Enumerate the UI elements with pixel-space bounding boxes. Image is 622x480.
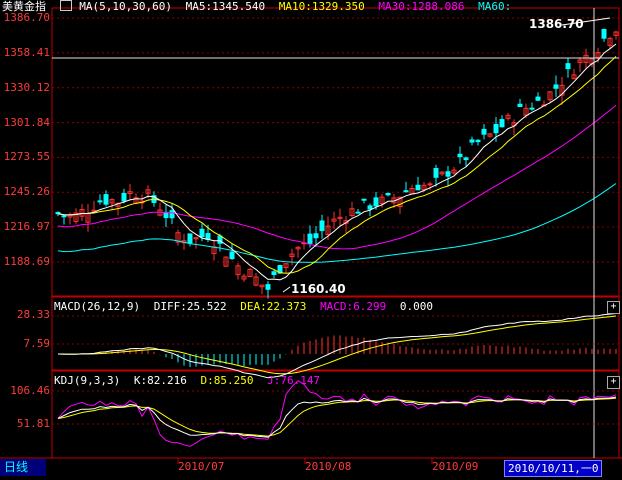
candle-body — [103, 194, 109, 205]
price-header: 美黄金指 MA(5,10,30,60) MA5:1345.540 MA10:13… — [2, 0, 518, 14]
month-label-sep: 2010/09 — [432, 460, 479, 473]
candle-body — [199, 228, 205, 238]
candle-body — [403, 190, 409, 193]
low-pointer-line — [282, 286, 291, 293]
stock-chart-window[interactable]: 美黄金指 MA(5,10,30,60) MA5:1345.540 MA10:13… — [0, 0, 622, 480]
candle-body — [97, 200, 103, 203]
ma30-value: MA30:1288.086 — [378, 0, 465, 13]
candle-body — [493, 123, 499, 134]
price-ytick: 1273.55 — [3, 150, 50, 164]
candle-body — [229, 251, 235, 260]
candle-body — [433, 167, 439, 178]
candle-body — [553, 84, 559, 89]
macd-histogram — [63, 335, 617, 368]
k-value: K:82.216 — [133, 374, 187, 387]
diff-value: DIFF:25.522 — [153, 300, 227, 313]
macd-ytick-mid: 7.59 — [23, 337, 51, 350]
high-price-label: 1386.70 — [529, 17, 584, 31]
zero-value: 0.000 — [399, 300, 434, 313]
j-value: J:76.147 — [267, 374, 321, 387]
candle-body — [373, 197, 379, 207]
candle-body — [61, 215, 67, 218]
candle-body — [517, 103, 523, 108]
diff-line — [57, 313, 617, 379]
candle-body — [475, 139, 481, 143]
ma-legend-icon[interactable] — [59, 0, 72, 11]
ma5-line — [57, 43, 617, 281]
candle-body — [187, 233, 193, 244]
candle-body — [445, 171, 451, 177]
candle-body — [457, 153, 463, 158]
ma5-value: MA5:1345.540 — [185, 0, 266, 13]
candle-body — [169, 210, 175, 219]
dea-value: DEA:22.373 — [240, 300, 307, 313]
kdj-ytick-top: 106.46 — [10, 384, 50, 397]
price-ytick: 1216.97 — [3, 220, 50, 234]
price-ytick: 1330.12 — [3, 80, 50, 94]
cursor-date-label: 2010/10/11,一0 — [504, 460, 603, 477]
candle-body — [319, 220, 325, 232]
candle-body — [529, 107, 535, 110]
d-line — [57, 397, 617, 437]
candle-body — [385, 192, 391, 196]
candle-body — [427, 183, 433, 186]
candle-body — [469, 139, 475, 143]
candle-body — [601, 28, 607, 39]
candle-body — [415, 184, 421, 191]
ma-indicator-label[interactable]: MA(5,10,30,60) — [79, 0, 172, 13]
d-value: D:85.250 — [200, 374, 254, 387]
ma60-value: MA60: — [478, 0, 512, 13]
macd-value: MACD:6.299 — [320, 300, 387, 313]
candle-body — [313, 233, 319, 239]
macd-gridlines — [52, 315, 619, 345]
period-tab-daily[interactable]: 日线 — [0, 459, 46, 476]
macd-ytick-top: 28.33 — [16, 308, 50, 321]
price-ytick: 1301.84 — [3, 115, 50, 129]
candle-body — [463, 157, 469, 161]
candle-body — [121, 192, 127, 202]
ma10-value: MA10:1329.350 — [278, 0, 365, 13]
candle-body — [355, 211, 361, 214]
candle-body — [361, 198, 367, 201]
price-panel-frame — [51, 7, 620, 297]
candle-body — [367, 205, 373, 210]
candle-body — [565, 63, 571, 70]
low-price-label: 1160.40 — [291, 282, 346, 296]
candle-body — [271, 271, 277, 276]
dea-line — [58, 315, 617, 375]
macd-plus-button[interactable]: + — [607, 301, 620, 314]
candle-body — [205, 233, 211, 240]
macd-indicator-label[interactable]: MACD(26,12,9) — [54, 300, 140, 313]
month-label-jul: 2010/07 — [178, 460, 225, 473]
chart-canvas[interactable] — [0, 0, 622, 480]
kdj-plus-button[interactable]: + — [607, 376, 620, 389]
candle-body — [265, 284, 271, 290]
candle-body — [217, 235, 223, 244]
price-gridlines — [52, 17, 619, 263]
kdj-header: KDJ(9,3,3) K:82.216 D:85.250 J:76.147 — [54, 374, 327, 388]
macd-header: MACD(26,12,9) DIFF:25.522 DEA:22.373 MAC… — [54, 300, 440, 314]
candle-body — [535, 96, 541, 101]
price-ytick: 1386.70 — [3, 11, 50, 24]
price-ytick: 1358.41 — [3, 45, 50, 59]
kdj-indicator-label[interactable]: KDJ(9,3,3) — [54, 374, 120, 387]
kdj-ytick-mid: 51.81 — [16, 417, 50, 430]
candle-body — [307, 233, 313, 244]
candle-body — [499, 119, 505, 128]
candle-body — [481, 128, 487, 135]
month-label-aug: 2010/08 — [305, 460, 352, 473]
price-ytick: 1245.26 — [3, 185, 50, 199]
price-ytick: 1188.69 — [3, 255, 50, 268]
